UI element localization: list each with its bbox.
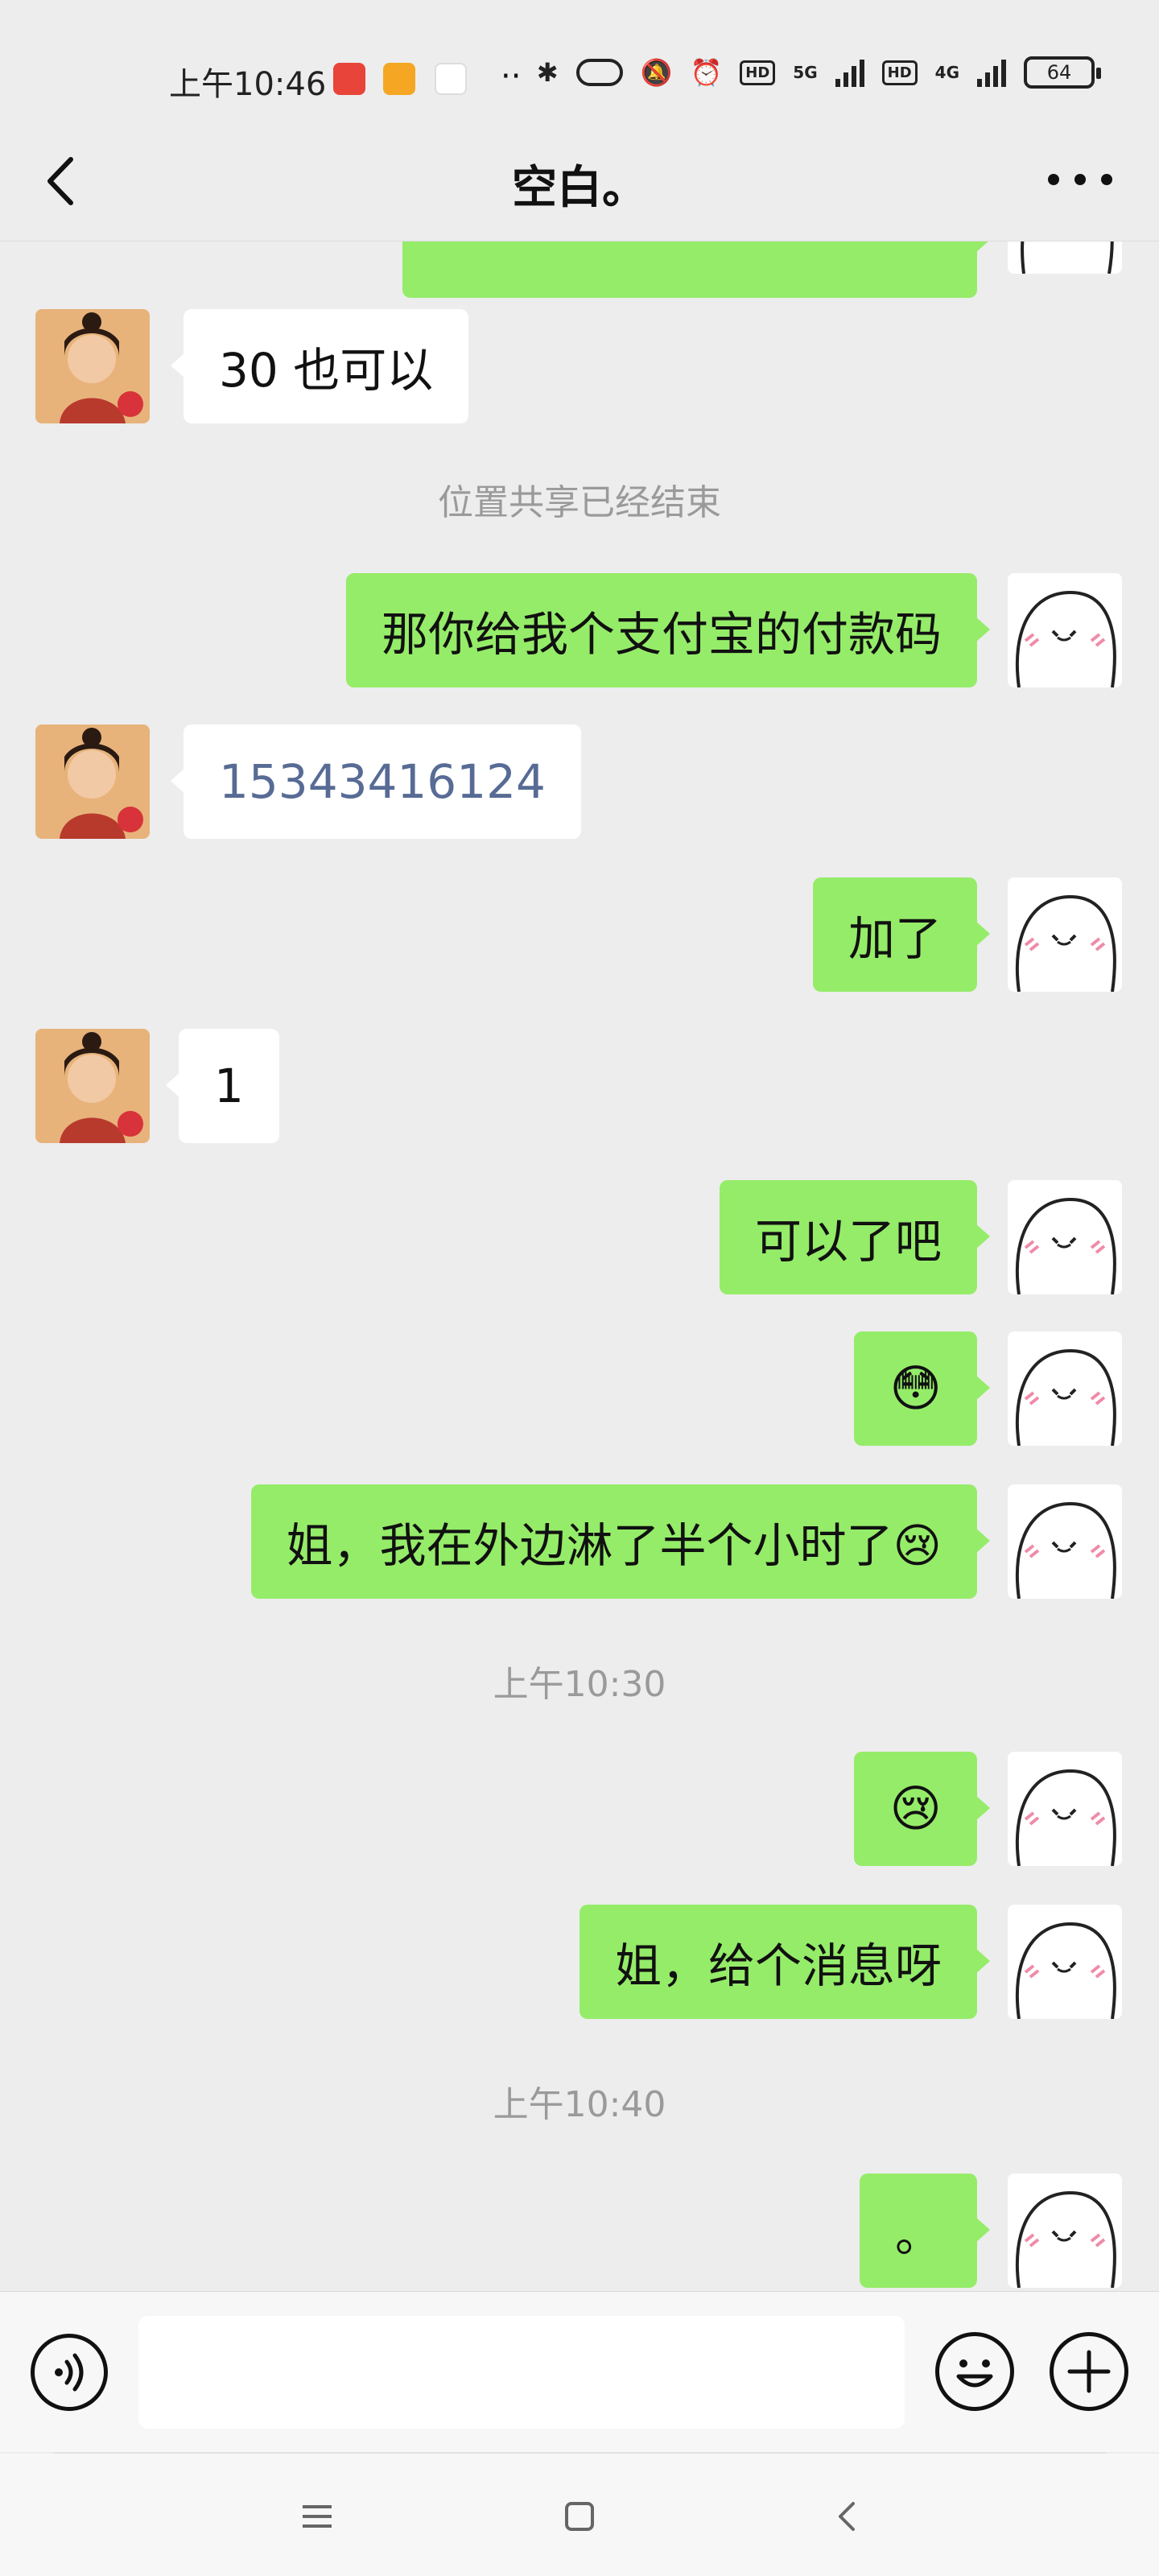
flushed-emoji-icon: 😳	[889, 1359, 942, 1418]
voice-icon	[55, 2353, 84, 2392]
my-avatar[interactable]	[1008, 2174, 1122, 2288]
message-text: 。	[894, 2207, 942, 2262]
contact-avatar[interactable]	[35, 309, 150, 423]
nav-home-button[interactable]	[547, 2484, 612, 2549]
sticker-avatar-icon	[1008, 2174, 1122, 2288]
emoji-button[interactable]	[935, 2332, 1014, 2411]
my-avatar[interactable]	[1008, 1905, 1122, 2019]
signal-icon-2	[977, 58, 1006, 87]
mute-bell-icon: 🔕	[640, 57, 673, 88]
chat-title: 空白。	[512, 162, 647, 214]
message-bubble[interactable]: 30 也可以	[170, 309, 469, 423]
message-bubble[interactable]: 😢	[854, 1752, 990, 1866]
more-dots-icon	[1048, 174, 1059, 185]
message-text: 姐，给个消息呀	[614, 1938, 942, 1993]
plus-icon	[1067, 2350, 1111, 2393]
qq-icon	[435, 63, 467, 95]
notes-app-icon	[383, 63, 415, 95]
vibrate-icon	[575, 59, 623, 86]
status-icons: ✱ 🔕 ⏰ HD 5G HD 4G 64	[536, 56, 1101, 89]
my-avatar[interactable]	[1008, 242, 1122, 274]
my-avatar[interactable]	[1008, 573, 1122, 687]
smiley-icon	[956, 2359, 993, 2388]
message-text: 1	[214, 1059, 244, 1113]
plus-button[interactable]	[1050, 2332, 1128, 2411]
crying-emoji-icon: 😢	[889, 1779, 942, 1838]
contact-avatar[interactable]	[35, 724, 150, 839]
input-bar	[0, 2291, 1159, 2452]
message-bubble[interactable]: 那你给我个支付宝的付款码	[345, 573, 991, 687]
message-input[interactable]	[138, 2316, 905, 2429]
timestamp: 上午10:40	[493, 2084, 666, 2125]
network-5g: 5G	[793, 63, 818, 82]
sticker-avatar-icon	[1008, 1484, 1122, 1599]
nav-back-button[interactable]	[815, 2484, 879, 2549]
my-avatar[interactable]	[1008, 1180, 1122, 1294]
message-bubble-partial[interactable]	[402, 242, 990, 298]
message-text: 那你给我个支付宝的付款码	[381, 607, 942, 662]
home-icon	[565, 2502, 594, 2531]
sticker-avatar-icon	[1008, 1331, 1122, 1446]
signal-icon	[835, 58, 864, 87]
sticker-avatar-icon	[1008, 877, 1122, 992]
message-bubble[interactable]: 1	[166, 1029, 279, 1143]
hd-badge: HD	[740, 60, 776, 85]
more-notifications-icon: ··	[501, 58, 522, 95]
netease-music-icon	[333, 63, 365, 95]
my-avatar[interactable]	[1008, 1752, 1122, 1866]
message-list[interactable]: 30 也可以 位置共享已经结束 那你给我个支付宝的付款码 15343416124…	[0, 242, 1159, 2291]
my-avatar[interactable]	[1008, 1484, 1122, 1599]
sticker-avatar-icon	[1008, 1905, 1122, 2019]
message-bubble[interactable]: 😳	[854, 1331, 990, 1446]
sticker-avatar-icon	[1008, 1180, 1122, 1294]
message-bubble[interactable]: 姐，我在外边淋了半个小时了😢	[250, 1484, 991, 1599]
menu-icon	[303, 2505, 332, 2528]
timestamp: 上午10:30	[493, 1664, 666, 1705]
my-avatar[interactable]	[1008, 1331, 1122, 1446]
more-button[interactable]	[1048, 159, 1112, 200]
phone-number-link[interactable]: 15343416124	[219, 754, 546, 809]
sticker-avatar-icon	[1008, 242, 1122, 274]
message-text: 可以了吧	[754, 1214, 942, 1269]
message-text: 姐，我在外边淋了半个小时了😢	[286, 1518, 942, 1573]
message-bubble[interactable]: 加了	[812, 877, 991, 992]
message-bubble[interactable]: 。	[859, 2174, 991, 2288]
my-avatar[interactable]	[1008, 877, 1122, 992]
alarm-icon: ⏰	[690, 57, 723, 88]
system-notice: 位置共享已经结束	[438, 482, 721, 523]
bluetooth-icon: ✱	[536, 57, 559, 88]
system-nav-bar	[0, 2454, 1159, 2576]
message-bubble[interactable]: 姐，给个消息呀	[579, 1905, 991, 2019]
chat-header: 空白。	[0, 121, 1159, 242]
network-4g: 4G	[934, 63, 959, 82]
nav-menu-button[interactable]	[285, 2484, 349, 2549]
portrait-avatar-icon	[35, 724, 150, 839]
portrait-avatar-icon	[35, 309, 150, 423]
battery-icon: 64	[1024, 56, 1101, 89]
portrait-avatar-icon	[35, 1029, 150, 1143]
voice-button[interactable]	[31, 2334, 108, 2411]
sticker-avatar-icon	[1008, 1752, 1122, 1866]
contact-avatar[interactable]	[35, 1029, 150, 1143]
message-bubble[interactable]: 15343416124	[171, 724, 581, 839]
back-icon	[839, 2502, 855, 2531]
message-text: 30 也可以	[219, 343, 434, 398]
message-text: 加了	[848, 911, 942, 966]
status-time: 上午10:46	[169, 66, 327, 103]
message-bubble[interactable]: 可以了吧	[719, 1180, 991, 1294]
hd-badge-2: HD	[881, 60, 918, 85]
sticker-avatar-icon	[1008, 573, 1122, 687]
